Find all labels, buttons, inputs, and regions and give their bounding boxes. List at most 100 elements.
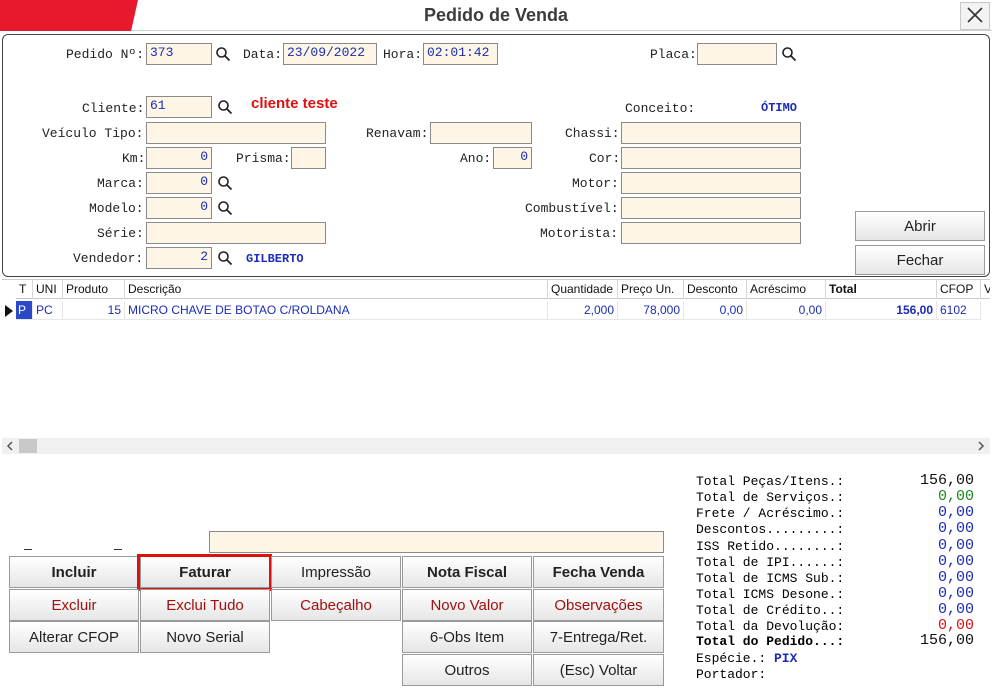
cor-field[interactable] xyxy=(621,147,801,169)
row-quantidade-cell[interactable]: 2,000 xyxy=(548,301,618,320)
time-field[interactable]: 02:01:42 xyxy=(423,43,498,65)
col-header-desconto[interactable]: Desconto xyxy=(684,280,747,299)
conceito-value: ÓTIMO xyxy=(761,101,798,115)
prisma-label: Prisma: xyxy=(236,151,291,166)
row-type-cell[interactable]: P xyxy=(16,301,33,320)
cliente-code-field[interactable]: 61 xyxy=(146,96,212,118)
col-header-v[interactable]: V xyxy=(981,280,990,299)
ipi-label: Total de IPI......: xyxy=(696,555,845,570)
outros-button[interactable]: Outros xyxy=(402,654,532,686)
row-total-cell[interactable]: 156,00 xyxy=(826,301,937,320)
combustivel-field[interactable] xyxy=(621,197,801,219)
table-row[interactable]: P PC 15 MICRO CHAVE DE BOTAO C/ROLDANA 2… xyxy=(2,301,990,321)
search-icon[interactable] xyxy=(217,99,233,115)
serie-label: Série: xyxy=(97,226,144,241)
row-pointer-icon xyxy=(5,305,13,317)
modelo-field[interactable]: 0 xyxy=(146,197,212,219)
impressao-button[interactable]: Impressão xyxy=(271,556,401,588)
row-preco-cell[interactable]: 78,000 xyxy=(618,301,684,320)
fecha-venda-button[interactable]: Fecha Venda xyxy=(533,556,664,588)
horizontal-scrollbar[interactable] xyxy=(2,438,990,454)
col-header-uni[interactable]: UNI xyxy=(33,280,63,299)
row-descricao-cell[interactable]: MICRO CHAVE DE BOTAO C/ROLDANA xyxy=(125,301,548,320)
search-icon[interactable] xyxy=(781,46,797,62)
icms-sub-value: 0,00 xyxy=(937,569,974,586)
motorista-field[interactable] xyxy=(621,222,801,244)
voltar-button[interactable]: (Esc) Voltar xyxy=(533,654,664,686)
col-header-cfop[interactable]: CFOP xyxy=(937,280,981,299)
ano-field[interactable]: 0 xyxy=(493,147,532,169)
row-produto-cell[interactable]: 15 xyxy=(63,301,125,320)
veiculo-tipo-field[interactable] xyxy=(146,122,326,144)
fechar-button[interactable]: Fechar xyxy=(855,245,985,275)
marca-field[interactable]: 0 xyxy=(146,172,212,194)
ipi-value: 0,00 xyxy=(937,553,974,570)
col-header-t[interactable]: T xyxy=(16,280,33,299)
descontos-value: 0,00 xyxy=(937,520,974,537)
total-pedido-value: 156,00 xyxy=(919,632,974,649)
search-icon[interactable] xyxy=(217,250,233,266)
cliente-name: cliente teste xyxy=(251,95,338,112)
cabecalho-button[interactable]: Cabeçalho xyxy=(271,589,401,621)
col-header-descricao[interactable]: Descrição xyxy=(125,280,548,299)
incluir-button[interactable]: Incluir xyxy=(9,556,139,588)
nota-fiscal-button[interactable]: Nota Fiscal xyxy=(402,556,532,588)
alterar-cfop-button[interactable]: Alterar CFOP xyxy=(9,621,139,653)
scroll-thumb[interactable] xyxy=(19,439,37,453)
row-desconto-cell[interactable]: 0,00 xyxy=(684,301,747,320)
credito-label: Total de Crédito..: xyxy=(696,603,845,618)
col-header-acrescimo[interactable]: Acréscimo xyxy=(747,280,826,299)
modelo-label: Modelo: xyxy=(89,201,144,216)
row-acrescimo-cell[interactable]: 0,00 xyxy=(747,301,826,320)
row-cfop-cell[interactable]: 6102 xyxy=(937,301,981,320)
novo-valor-button[interactable]: Novo Valor xyxy=(402,589,532,621)
date-field[interactable]: 23/09/2022 xyxy=(283,43,377,65)
total-pecas-label: Total Peças/Itens.: xyxy=(696,474,845,489)
renavam-label: Renavam: xyxy=(366,126,429,141)
total-pecas-value: 156,00 xyxy=(919,472,974,489)
veiculo-label: Veículo Tipo: xyxy=(42,126,144,141)
abrir-button[interactable]: Abrir xyxy=(855,211,985,241)
prisma-field[interactable] xyxy=(291,147,326,169)
exclui-tudo-button[interactable]: Exclui Tudo xyxy=(140,589,270,621)
especie-label: Espécie.: xyxy=(696,651,767,666)
portador-label: Portador: xyxy=(696,667,767,682)
renavam-field[interactable] xyxy=(430,122,532,144)
total-pedido-label: Total do Pedido...: xyxy=(696,634,845,649)
close-icon xyxy=(967,7,983,23)
devolucao-label: Total da Devolução: xyxy=(696,619,845,634)
excluir-button[interactable]: Excluir xyxy=(9,589,139,621)
entrega-ret-button[interactable]: 7-Entrega/Ret. xyxy=(533,621,664,653)
serie-field[interactable] xyxy=(146,222,326,244)
icms-desone-label: Total ICMS Desone.: xyxy=(696,587,845,602)
observacoes-button[interactable]: Observações xyxy=(533,589,664,621)
col-header-quantidade[interactable]: Quantidade xyxy=(548,280,618,299)
icms-sub-label: Total de ICMS Sub.: xyxy=(696,571,845,586)
scroll-left-icon[interactable] xyxy=(5,441,15,451)
novo-serial-button[interactable]: Novo Serial xyxy=(140,621,270,653)
motor-label: Motor: xyxy=(572,176,619,191)
col-header-produto[interactable]: Produto xyxy=(63,280,125,299)
faturar-highlight xyxy=(137,554,272,591)
divider-mark xyxy=(24,549,32,550)
col-header-preco[interactable]: Preço Un. xyxy=(618,280,684,299)
obs-item-button[interactable]: 6-Obs Item xyxy=(402,621,532,653)
vendedor-name: GILBERTO xyxy=(246,252,304,266)
km-field[interactable]: 0 xyxy=(146,147,212,169)
search-icon[interactable] xyxy=(217,175,233,191)
placa-field[interactable] xyxy=(697,43,777,65)
row-uni-cell[interactable]: PC xyxy=(33,301,63,320)
note-field[interactable] xyxy=(209,531,664,553)
scroll-right-icon[interactable] xyxy=(976,441,986,451)
combustivel-label: Combustível: xyxy=(525,201,619,216)
col-header-total[interactable]: Total xyxy=(826,280,937,299)
close-button[interactable] xyxy=(960,2,990,30)
search-icon[interactable] xyxy=(215,46,231,62)
vendedor-code-field[interactable]: 2 xyxy=(146,247,212,269)
chassi-field[interactable] xyxy=(621,122,801,144)
search-icon[interactable] xyxy=(217,200,233,216)
motor-field[interactable] xyxy=(621,172,801,194)
especie-value: PIX xyxy=(774,651,798,666)
pedido-number-field[interactable]: 373 xyxy=(146,43,212,65)
cor-label: Cor: xyxy=(589,151,621,166)
